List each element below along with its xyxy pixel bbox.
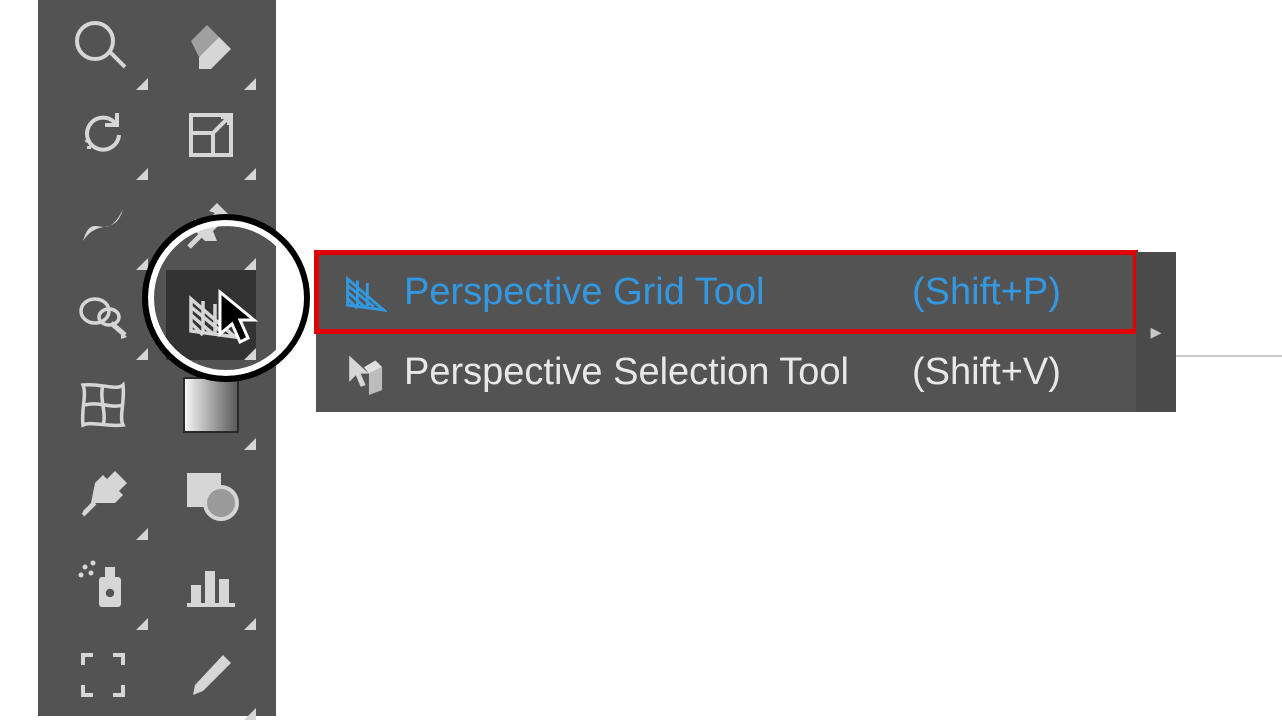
chevron-right-icon: ▸ bbox=[1150, 319, 1161, 345]
flyout-item-perspective-grid[interactable]: Perspective Grid Tool (Shift+P) bbox=[316, 252, 1136, 332]
flyout-indicator-icon bbox=[244, 348, 256, 360]
blob-brush-icon bbox=[75, 17, 131, 73]
column-graph-tool[interactable] bbox=[166, 540, 256, 630]
gradient-icon bbox=[183, 377, 239, 433]
rotate-tool[interactable] bbox=[58, 90, 148, 180]
flyout-item-label: Perspective Grid Tool bbox=[392, 271, 912, 314]
eyedropper-icon bbox=[75, 467, 131, 523]
flyout-item-perspective-selection[interactable]: Perspective Selection Tool (Shift+V) bbox=[316, 332, 1136, 412]
gradient-tool[interactable] bbox=[166, 360, 256, 450]
slice-tool[interactable] bbox=[166, 630, 256, 720]
flyout-indicator-icon bbox=[244, 708, 256, 720]
flyout-item-shortcut: (Shift+P) bbox=[912, 271, 1061, 314]
perspective-grid-icon bbox=[336, 269, 392, 315]
flyout-indicator-icon bbox=[136, 78, 148, 90]
rotate-icon bbox=[75, 107, 131, 163]
flyout-indicator-icon bbox=[244, 78, 256, 90]
flyout-indicator-icon bbox=[136, 618, 148, 630]
scale-icon bbox=[183, 107, 239, 163]
artboard-icon bbox=[75, 647, 131, 703]
flyout-indicator-icon bbox=[136, 528, 148, 540]
symbol-sprayer-tool[interactable] bbox=[58, 270, 148, 360]
perspective-grid-tool[interactable] bbox=[166, 270, 256, 360]
puppet-warp-tool[interactable] bbox=[166, 180, 256, 270]
flyout-indicator-icon bbox=[244, 438, 256, 450]
spray-can-icon bbox=[75, 557, 131, 613]
artboard-tool[interactable] bbox=[58, 630, 148, 720]
scale-tool[interactable] bbox=[166, 90, 256, 180]
flyout-item-shortcut: (Shift+V) bbox=[912, 351, 1061, 394]
pen-slice-icon bbox=[183, 647, 239, 703]
mesh-icon bbox=[75, 377, 131, 433]
blob-brush-tool[interactable] bbox=[58, 0, 148, 90]
flyout-indicator-icon bbox=[136, 348, 148, 360]
mesh-tool[interactable] bbox=[58, 360, 148, 450]
eraser-icon bbox=[183, 17, 239, 73]
eraser-tool[interactable] bbox=[166, 0, 256, 90]
flyout-indicator-icon bbox=[244, 168, 256, 180]
blend-icon bbox=[183, 467, 239, 523]
perspective-grid-icon bbox=[183, 287, 239, 343]
eyedropper-tool[interactable] bbox=[58, 450, 148, 540]
artboard-edge bbox=[1176, 355, 1282, 357]
flyout-indicator-icon bbox=[136, 168, 148, 180]
flyout-indicator-icon bbox=[244, 618, 256, 630]
blend-tool[interactable] bbox=[166, 450, 256, 540]
symbol-sprayer-icon bbox=[75, 287, 131, 343]
perspective-tool-flyout: Perspective Grid Tool (Shift+P) Perspect… bbox=[316, 252, 1136, 412]
width-tool[interactable] bbox=[58, 180, 148, 270]
symbol-spray-can-tool[interactable] bbox=[58, 540, 148, 630]
tools-panel bbox=[38, 0, 276, 716]
flyout-indicator-icon bbox=[136, 258, 148, 270]
flyout-item-label: Perspective Selection Tool bbox=[392, 351, 912, 394]
column-graph-icon bbox=[183, 557, 239, 613]
perspective-selection-icon bbox=[336, 349, 392, 395]
flyout-tearoff-handle[interactable]: ▸ bbox=[1136, 252, 1176, 412]
pushpin-icon bbox=[183, 197, 239, 253]
width-icon bbox=[75, 197, 131, 253]
flyout-indicator-icon bbox=[244, 258, 256, 270]
